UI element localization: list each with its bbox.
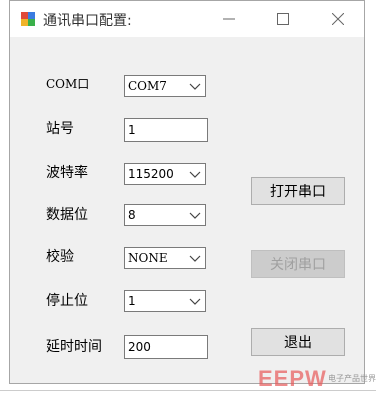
baud-select-value: 115200 (128, 167, 174, 181)
delay-label: 延时时间 (46, 339, 102, 355)
close-port-button[interactable]: 关闭串口 (251, 250, 345, 278)
baud-label: 波特率 (46, 165, 88, 181)
minimize-icon (223, 18, 235, 20)
delay-input-value: 200 (128, 340, 151, 354)
app-icon (21, 12, 35, 26)
minimize-button[interactable] (206, 1, 252, 37)
close-window-button[interactable] (315, 1, 361, 37)
stopbits-label: 停止位 (46, 293, 88, 309)
baud-select[interactable]: 115200 (124, 163, 206, 185)
station-input[interactable]: 1 (124, 118, 208, 142)
exit-button[interactable]: 退出 (251, 328, 345, 356)
com-select-value: COM7 (128, 79, 167, 93)
com-select[interactable]: COM7 (124, 75, 206, 97)
watermark-text: 电子产品世界 (328, 374, 376, 383)
close-icon (332, 13, 344, 25)
stopbits-select-value: 1 (128, 294, 136, 308)
parity-label: 校验 (46, 249, 74, 265)
chevron-down-icon (189, 298, 201, 305)
config-window: 通讯串口配置: COM口 COM7 站号 1 波特率 115200 数据位 8 … (9, 0, 365, 384)
station-label: 站号 (46, 121, 74, 137)
stopbits-select[interactable]: 1 (124, 290, 206, 312)
delay-input[interactable]: 200 (124, 335, 208, 359)
maximize-icon (277, 13, 289, 25)
chevron-down-icon (189, 255, 201, 262)
station-input-value: 1 (128, 123, 136, 137)
chevron-down-icon (189, 83, 201, 90)
databits-label: 数据位 (46, 207, 88, 223)
open-port-button[interactable]: 打开串口 (251, 177, 345, 205)
watermark: EEPW 电子产品世界 (258, 366, 376, 391)
chevron-down-icon (189, 171, 201, 178)
chevron-down-icon (189, 212, 201, 219)
com-label: COM口 (46, 77, 90, 91)
databits-select[interactable]: 8 (124, 204, 206, 226)
parity-select-value: NONE (128, 251, 168, 265)
databits-select-value: 8 (128, 208, 136, 222)
watermark-logo: EEPW (258, 366, 327, 391)
maximize-button[interactable] (260, 1, 306, 37)
window-title: 通讯串口配置: (43, 13, 132, 29)
title-bar: 通讯串口配置: (10, 1, 364, 37)
parity-select[interactable]: NONE (124, 247, 206, 269)
